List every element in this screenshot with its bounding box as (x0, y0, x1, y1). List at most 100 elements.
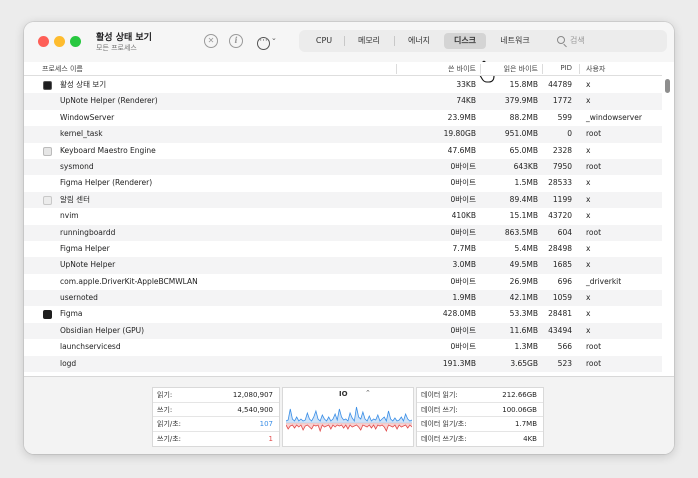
process-user: root (586, 227, 602, 237)
bytes-read: 643KB (513, 161, 538, 171)
bytes-written: 191.3MB (442, 358, 476, 368)
process-user: x (586, 211, 591, 221)
stat-value: 12,080,907 (232, 391, 273, 399)
table-row[interactable]: Figma Helper (Renderer) 0바이트 1.5MB 28533 x (24, 175, 662, 191)
column-divider[interactable] (579, 64, 580, 74)
keyboard-maestro-icon (43, 146, 52, 156)
table-row[interactable]: 알림 센터 0바이트 89.4MB 1199 x (24, 191, 662, 209)
process-name: logd (60, 358, 77, 368)
bytes-read: 15.8MB (509, 80, 538, 89)
process-name: Figma (60, 309, 83, 319)
stat-label: 쓰기/초: (157, 435, 182, 444)
bytes-written: 47.6MB (447, 145, 476, 155)
table-row[interactable]: runningboardd 0바이트 863.5MB 604 root (24, 224, 662, 241)
table-row[interactable]: UpNote Helper (Renderer) 74KB 379.9MB 1772 x (24, 93, 662, 110)
disk-summary-area: 읽기: 12,080,907 쓰기: 4,540,900 읽기/초: 107 쓰기/초: 1 … (24, 376, 674, 454)
bytes-written: 33KB (456, 80, 476, 89)
process-pid: 1685 (552, 260, 572, 270)
bytes-written: 1.9MB (452, 293, 476, 303)
table-row[interactable]: WindowServer 23.9MB 88.2MB 599 _windowserver (24, 110, 662, 126)
more-actions-button[interactable]: ··· ⌄ (257, 34, 281, 50)
table-row[interactable]: Obsidian Helper (GPU) 0바이트 11.6MB 43494 x (24, 322, 662, 340)
vertical-scrollbar[interactable] (664, 77, 671, 373)
process-pid: 604 (557, 227, 572, 237)
tab-cpu[interactable]: CPU (309, 33, 339, 49)
process-name: com.apple.DriverKit-AppleBCMWLAN (60, 276, 198, 286)
column-divider[interactable] (396, 64, 397, 74)
bytes-written: 19.80GB (443, 129, 476, 139)
table-row[interactable]: 활성 상태 보기 33KB 15.8MB 44789 x (24, 77, 662, 93)
search-field[interactable]: 검색 (551, 33, 661, 49)
toolbar: 활성 상태 보기 모든 프로세스 ✕ i ··· ⌄ CPU 메모리 에너지 디스… (24, 22, 674, 62)
process-pid: 566 (557, 342, 572, 352)
bytes-read: 951.0MB (504, 129, 538, 139)
info-circle-icon[interactable]: i (229, 34, 243, 48)
close-window-button[interactable] (38, 36, 49, 47)
column-divider[interactable] (542, 64, 543, 74)
process-name: kernel_task (60, 129, 103, 139)
process-user: root (586, 161, 602, 171)
table-row[interactable]: sysmond 0바이트 643KB 7950 root (24, 158, 662, 176)
bytes-written: 0바이트 (450, 194, 476, 204)
process-pid: 1059 (552, 293, 572, 303)
stat-value: 107 (259, 420, 273, 429)
stat-row: 데이터 읽기: 212.66GB (417, 388, 543, 403)
column-header-pid[interactable]: PID (560, 64, 572, 72)
stat-row: 쓰기: 4,540,900 (153, 403, 279, 418)
table-row[interactable]: kernel_task 19.80GB 951.0MB 0 root (24, 126, 662, 143)
process-name: 활성 상태 보기 (60, 80, 107, 89)
process-pid: 44789 (548, 80, 572, 89)
table-row[interactable]: logd 191.3MB 3.65GB 523 root (24, 355, 662, 373)
process-user: root (586, 358, 602, 368)
process-pid: 599 (557, 112, 572, 122)
process-pid: 1772 (552, 96, 572, 106)
io-graph-panel: IO ⌃ (282, 387, 414, 447)
up-down-arrows-icon: ⌃ (365, 389, 371, 397)
table-row[interactable]: Figma Helper 7.7MB 5.4MB 28498 x (24, 241, 662, 257)
process-pid: 28498 (548, 243, 572, 253)
tab-disk[interactable]: 디스크 (444, 33, 486, 49)
table-row[interactable]: usernoted 1.9MB 42.1MB 1059 x (24, 290, 662, 307)
process-user: x (586, 309, 591, 319)
column-header-name[interactable]: 프로세스 이름 (42, 64, 83, 74)
table-row[interactable]: Figma 428.0MB 53.3MB 28481 x (24, 306, 662, 322)
tab-memory[interactable]: 메모리 (349, 33, 389, 49)
column-header-written[interactable]: 쓴 바이트 (448, 64, 476, 74)
stat-value: 4KB (523, 435, 537, 444)
bytes-written: 0바이트 (450, 161, 476, 171)
bytes-read: 49.5MB (509, 260, 538, 270)
zoom-window-button[interactable] (70, 36, 81, 47)
x-circle-icon[interactable]: ✕ (204, 34, 218, 48)
process-user: x (586, 260, 591, 270)
table-row[interactable]: Keyboard Maestro Engine 47.6MB 65.0MB 2328 x (24, 143, 662, 159)
stat-label: 데이터 읽기/초: (421, 420, 467, 429)
stat-label: 쓰기: (157, 405, 173, 414)
table-row[interactable]: com.apple.DriverKit-AppleBCMWLAN 0바이트 26.9… (24, 274, 662, 290)
process-user: x (586, 194, 591, 204)
table-row[interactable]: nvim 410KB 15.1MB 43720 x (24, 208, 662, 224)
tab-network[interactable]: 네트워크 (491, 33, 539, 49)
bytes-read: 26.9MB (509, 276, 538, 286)
tab-energy[interactable]: 에너지 (399, 33, 439, 49)
column-header-user[interactable]: 사용자 (586, 64, 605, 74)
column-divider[interactable] (480, 64, 481, 74)
table-row[interactable]: launchservicesd 0바이트 1.3MB 566 root (24, 339, 662, 355)
table-row[interactable]: UpNote Helper 3.0MB 49.5MB 1685 x (24, 257, 662, 274)
process-user: _driverkit (586, 276, 622, 286)
ellipsis-circle-icon: ··· (257, 37, 270, 50)
minimize-window-button[interactable] (54, 36, 65, 47)
notification-center-icon (43, 195, 52, 205)
stat-value: 100.06GB (502, 405, 537, 414)
bytes-read: 863.5MB (504, 227, 538, 237)
scrollbar-thumb[interactable] (665, 79, 670, 93)
graph-mode-selector[interactable]: ⌃ (365, 389, 371, 397)
process-user: x (586, 80, 591, 89)
stat-value: 1.7MB (515, 420, 537, 429)
process-name: sysmond (60, 161, 94, 171)
process-name: Obsidian Helper (GPU) (60, 325, 145, 335)
stat-row: 데이터 쓰기: 100.06GB (417, 403, 543, 418)
column-header-read[interactable]: 읽은 바이트 (504, 64, 538, 74)
window-subtitle[interactable]: 모든 프로세스 (96, 43, 137, 53)
activity-monitor-window: 활성 상태 보기 모든 프로세스 ✕ i ··· ⌄ CPU 메모리 에너지 디스… (24, 22, 674, 454)
process-pid: 696 (557, 276, 572, 286)
